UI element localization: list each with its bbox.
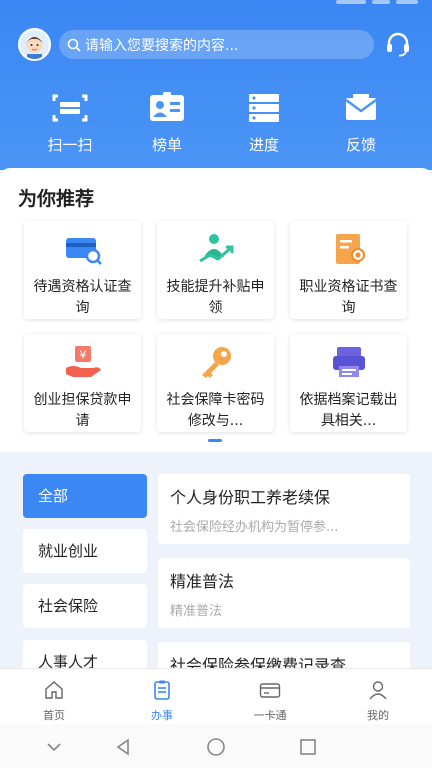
nav-mine-label: 我的 [367,709,389,722]
bottom-nav: 首页 办事 一卡通 我的 [0,668,432,724]
service-item[interactable]: 精准普法 精准普法 [158,558,410,628]
category-social-insurance[interactable]: 社会保险 [23,584,147,628]
home-icon [45,681,63,699]
card-search-icon [65,238,102,265]
scan-icon [52,94,88,122]
service-browser: 全部 就业创业 社会保险 人事人才 个人身份职工养老续保 社会保险经办机构为暂停… [0,452,432,668]
quick-scan-label: 扫一扫 [47,136,93,154]
category-employment[interactable]: 就业创业 [23,529,147,573]
search-input[interactable]: 请输入您要搜索的内容... [59,30,374,59]
service-icon [154,680,170,700]
feedback-icon [345,94,377,120]
quick-progress-button[interactable]: 进度 [229,92,299,155]
system-nav-bar [0,724,432,768]
ranking-icon [150,92,184,121]
back-icon[interactable] [113,736,135,758]
tile-label: 创业担保贷款申请 [33,392,132,429]
nav-service-label: 办事 [151,709,173,722]
card-icon [259,683,281,698]
tile-label: 职业资格证书查询 [299,279,398,316]
category-personnel[interactable]: 人事人才 [23,640,147,668]
pager-indicator [208,439,222,442]
quick-feedback-label: 反馈 [345,136,376,154]
tile-label: 技能提升补贴申领 [166,279,265,316]
category-all[interactable]: 全部 [23,474,147,518]
search-icon [67,38,81,52]
quick-scan-button[interactable]: 扫一扫 [35,92,105,155]
tile-qualification-cert[interactable]: 职业资格证书查询 [290,221,407,319]
service-item[interactable]: 社会保险参保缴费记录查 [158,642,410,668]
tile-benefit-qualification[interactable]: 待遇资格认证查询 [24,221,141,319]
search-placeholder: 请输入您要搜索的内容... [85,37,239,54]
service-title: 社会保险参保缴费记录查 [170,656,347,668]
skill-growth-icon [198,234,233,263]
quick-feedback-button[interactable]: 反馈 [326,92,396,155]
service-item[interactable]: 个人身份职工养老续保 社会保险经办机构为暂停参... [158,474,410,544]
tile-label: 社会保障卡密码修改与... [166,392,265,429]
nav-home-label: 首页 [43,709,65,722]
avatar[interactable] [18,28,51,61]
tile-startup-loan[interactable]: ¥ 创业担保贷款申请 [24,334,141,432]
quick-ranking-button[interactable]: 榜单 [132,92,202,155]
tile-label: 待遇资格认证查询 [33,279,132,316]
service-title: 个人身份职工养老续保 [170,488,331,507]
quick-progress-label: 进度 [248,136,279,154]
hide-keyboard-icon[interactable] [43,736,65,758]
status-bar [0,0,432,14]
nav-card[interactable]: 一卡通 [235,679,305,723]
headset-icon[interactable] [384,30,412,58]
user-icon [369,681,387,700]
tile-label: 依据档案记载出具相关... [299,392,398,429]
service-title: 精准普法 [170,572,235,591]
service-subtitle: 精准普法 [170,604,223,619]
printer-icon [332,347,365,377]
tile-card-password[interactable]: 社会保障卡密码修改与... [157,334,274,432]
tile-skill-subsidy[interactable]: 技能提升补贴申领 [157,221,274,319]
recents-icon[interactable] [297,736,319,758]
nav-home[interactable]: 首页 [19,679,89,723]
key-icon [201,347,231,378]
quick-ranking-label: 榜单 [151,136,182,154]
certificate-icon [335,234,365,264]
service-subtitle: 社会保险经办机构为暂停参... [170,520,339,535]
nav-mine[interactable]: 我的 [343,679,413,723]
header: 请输入您要搜索的内容... 扫一扫 榜单 进度 反馈 [0,0,432,170]
progress-icon [249,94,279,122]
nav-card-label: 一卡通 [253,709,287,722]
tile-archive-cert[interactable]: 依据档案记载出具相关... [290,334,407,432]
loan-hand-icon: ¥ [65,346,101,377]
svg-text:¥: ¥ [79,349,86,362]
nav-service[interactable]: 办事 [127,679,197,723]
home-circle-icon[interactable] [205,736,227,758]
recommend-title: 为你推荐 [18,188,95,210]
